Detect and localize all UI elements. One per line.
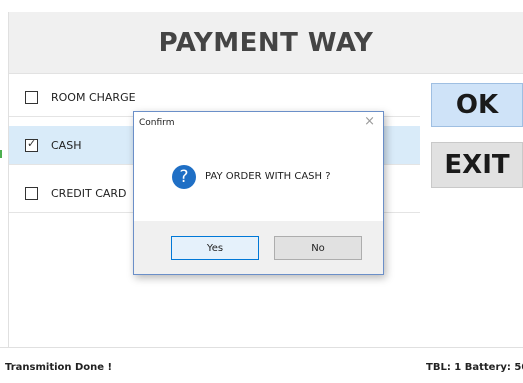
status-message: Transmition Done ! (5, 362, 113, 373)
checkbox[interactable]: ✓ (25, 136, 38, 152)
no-button[interactable]: No (274, 236, 362, 260)
top-strip (0, 0, 523, 12)
payment-option-label: CREDIT CARD (51, 186, 127, 200)
dialog-footer: Yes No (134, 221, 383, 274)
check-icon: ✓ (27, 136, 37, 150)
status-info: TBL: 1 Battery: 50% (426, 362, 523, 373)
confirm-dialog: Confirm × ? PAY ORDER WITH CASH ? Yes No (133, 111, 384, 275)
payment-option-label: ROOM CHARGE (51, 90, 136, 104)
header: PAYMENT WAY (9, 12, 523, 74)
checkbox[interactable] (25, 90, 38, 104)
page-title: PAYMENT WAY (158, 27, 374, 58)
status-bar: Transmition Done ! TBL: 1 Battery: 50% (0, 347, 523, 383)
checkbox[interactable] (25, 186, 38, 200)
yes-button[interactable]: Yes (171, 236, 259, 260)
dialog-message: PAY ORDER WITH CASH ? (205, 171, 331, 182)
exit-button[interactable]: EXIT (431, 142, 523, 188)
dialog-title: Confirm (139, 118, 175, 128)
question-icon: ? (172, 165, 196, 189)
edge-marker (0, 150, 2, 158)
close-icon[interactable]: × (364, 115, 375, 129)
payment-option-label: CASH (51, 138, 82, 152)
ok-button[interactable]: OK (431, 83, 523, 127)
